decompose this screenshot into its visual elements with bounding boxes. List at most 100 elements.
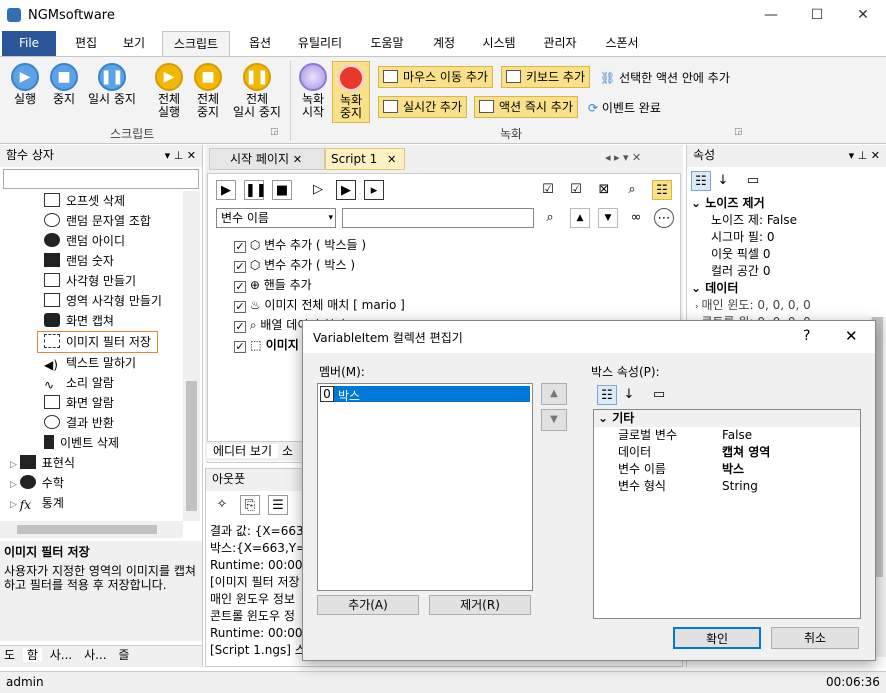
tree-view-icon[interactable]: ☷ xyxy=(652,180,672,200)
tab-editor-view[interactable]: 에디터 보기 xyxy=(207,444,279,458)
tab-script-1[interactable]: Script 1 ✕ xyxy=(325,148,405,170)
variable-search-input[interactable] xyxy=(342,208,534,228)
tab-user-functions[interactable]: 사... xyxy=(80,648,110,662)
members-list[interactable]: 0 박스 xyxy=(317,383,533,591)
step-icon[interactable]: ▷ xyxy=(308,180,328,200)
run-all-button[interactable]: ▶ 전체 실행 xyxy=(150,63,188,119)
tree-item[interactable]: 랜덤 문자열 조합 xyxy=(0,211,151,231)
scrollbar-thumb[interactable] xyxy=(17,525,157,534)
add-realtime-button[interactable]: 실시간 추가 xyxy=(378,96,468,118)
close-button[interactable]: ✕ xyxy=(840,0,886,31)
tab-script[interactable]: 스크립트 xyxy=(162,31,230,57)
tab-view[interactable]: 보기 xyxy=(112,31,156,56)
stop-all-button[interactable]: ■ 전체 중지 xyxy=(190,63,226,119)
variable-select[interactable]: 변수 이름 ▾ xyxy=(216,208,336,228)
tree-item[interactable]: ◀) 텍스트 말하기 xyxy=(0,353,136,373)
tab-options[interactable]: 옵션 xyxy=(238,31,282,56)
tab-help[interactable]: 도움말 xyxy=(360,31,414,56)
member-item-selected[interactable]: 0 박스 xyxy=(320,386,530,403)
pause-all-button[interactable]: ❚❚ 전체 일시 중지 xyxy=(228,63,286,119)
record-stop-button[interactable]: 녹화 중지 xyxy=(332,61,370,123)
play-icon[interactable]: ▶ xyxy=(216,180,236,200)
loop-icon[interactable]: ∞ xyxy=(626,208,646,228)
up-icon[interactable]: ▲ xyxy=(570,208,590,228)
pause-icon[interactable]: ❚❚ xyxy=(244,180,267,200)
tree-item[interactable]: 화면 캡쳐 xyxy=(0,311,114,331)
tab-system[interactable]: 시스템 xyxy=(472,31,526,56)
event-done-button[interactable]: ⟳ 이벤트 완료 xyxy=(588,99,661,116)
check-icon[interactable]: ☑ xyxy=(566,180,586,200)
tab-utility[interactable]: 유틸리티 xyxy=(288,31,352,56)
line-checkbox[interactable]: ✓ xyxy=(234,261,246,273)
property-row[interactable]: 변수 이름 박스 xyxy=(594,461,860,478)
categorized-icon[interactable]: ☷ xyxy=(691,171,711,191)
property-row[interactable]: 데이터 캡쳐 영역 xyxy=(594,444,860,461)
ok-button[interactable]: 확인 xyxy=(673,627,761,649)
add-in-selected-action-button[interactable]: ⛓ 선택한 액션 안에 추가 xyxy=(600,69,730,86)
tree-item[interactable]: 영역 사각형 만들기 xyxy=(0,291,162,311)
dialog-close-button[interactable]: ✕ xyxy=(845,327,858,345)
search-icon[interactable]: ⌕ xyxy=(622,180,642,200)
property-category[interactable]: ⌄ 데이터 xyxy=(687,280,877,297)
property-row[interactable]: 컬러 공간 0 xyxy=(687,263,770,280)
tree-item[interactable]: 오프셋 삭제 xyxy=(0,191,125,211)
tab-users[interactable]: 사... xyxy=(46,648,76,662)
step-into-icon[interactable]: ▸ xyxy=(364,180,384,200)
close-icon[interactable]: ✕ xyxy=(387,153,396,166)
tab-account[interactable]: 계정 xyxy=(422,31,466,56)
line-checkbox[interactable]: ✓ xyxy=(234,321,246,333)
move-up-button[interactable]: ▲ xyxy=(541,383,567,405)
tree-item[interactable]: 사각형 만들기 xyxy=(0,271,136,291)
tab-file[interactable]: File xyxy=(2,31,56,56)
check-all-icon[interactable]: ☑ xyxy=(538,180,558,200)
tree-item[interactable]: 랜덤 아이디 xyxy=(0,231,125,251)
tree-item[interactable]: 이벤트 삭제 xyxy=(0,433,119,453)
tab-nav[interactable]: ◂ ▸ ▾ ✕ xyxy=(605,151,641,164)
tab-functions[interactable]: 함 xyxy=(22,648,42,662)
move-down-button[interactable]: ▼ xyxy=(541,409,567,431)
run-button[interactable]: ▶ 실행 xyxy=(6,63,44,106)
stop-icon[interactable]: ■ xyxy=(272,180,292,200)
tree-group[interactable]: ▷ 수학 xyxy=(0,473,64,493)
tab-source-view[interactable]: 소 xyxy=(278,444,297,458)
dialog-launcher-icon[interactable]: ◲ xyxy=(270,127,279,137)
property-row[interactable]: › 매인 윈도: 0, 0, 0, 0 xyxy=(687,297,811,314)
add-mouse-move-button[interactable]: 마우스 이동 추가 xyxy=(378,66,493,88)
delete-icon[interactable]: ⊠ xyxy=(594,180,614,200)
line-checkbox[interactable]: ✓ xyxy=(234,341,246,353)
tab-edit[interactable]: 편집 xyxy=(64,31,108,56)
property-row[interactable]: 시그마 필: 0 xyxy=(687,229,775,246)
line-checkbox[interactable]: ✓ xyxy=(234,281,246,293)
tree-item[interactable]: ∿ 소리 알람 xyxy=(0,373,114,393)
step-over-icon[interactable]: ▶ xyxy=(336,180,356,200)
cancel-button[interactable]: 취소 xyxy=(771,627,859,649)
categorized-icon[interactable]: ☷ xyxy=(597,385,617,405)
tab-sponsor[interactable]: 스폰서 xyxy=(594,31,650,56)
add-action-now-button[interactable]: 액션 즉시 추가 xyxy=(474,96,578,118)
tree-item[interactable]: 결과 반환 xyxy=(0,413,114,433)
dialog-launcher-icon[interactable]: ◲ xyxy=(734,127,743,137)
help-button[interactable]: ? xyxy=(803,328,810,344)
more-icon[interactable]: ⋯ xyxy=(654,208,674,228)
function-tree-scrollbar[interactable] xyxy=(183,191,200,521)
tab-favorites[interactable]: 즐 xyxy=(114,648,133,662)
minimize-button[interactable]: — xyxy=(748,0,794,31)
property-row[interactable]: 변수 형식 String xyxy=(594,478,860,495)
broom-icon[interactable]: ✧ xyxy=(212,495,232,515)
sort-alpha-icon[interactable]: ↓ xyxy=(713,171,733,191)
line-checkbox[interactable]: ✓ xyxy=(234,241,246,253)
tree-item[interactable]: 화면 알람 xyxy=(0,393,114,413)
add-keyboard-button[interactable]: 키보드 추가 xyxy=(501,66,591,88)
record-start-button[interactable]: 녹화 시작 xyxy=(296,63,330,119)
tree-item[interactable]: 랜덤 숫자 xyxy=(0,251,114,271)
property-pages-icon[interactable]: ▭ xyxy=(649,385,669,405)
property-category[interactable]: ⌄ 기타 xyxy=(594,410,860,427)
add-button[interactable]: 추가(A) xyxy=(317,595,419,615)
remove-button[interactable]: 제거(R) xyxy=(429,595,531,615)
script-line[interactable]: ✓ ♨ 이미지 전체 매치 [ mario ] xyxy=(234,296,405,313)
script-line[interactable]: ✓ ⬚ 이미지 xyxy=(234,336,299,353)
function-tree-hscrollbar[interactable] xyxy=(0,521,183,538)
property-row[interactable]: 이웃 픽셀 0 xyxy=(687,246,770,263)
sort-alpha-icon[interactable]: ↓ xyxy=(619,385,639,405)
tree-group[interactable]: ▷ 표현식 xyxy=(0,453,75,473)
